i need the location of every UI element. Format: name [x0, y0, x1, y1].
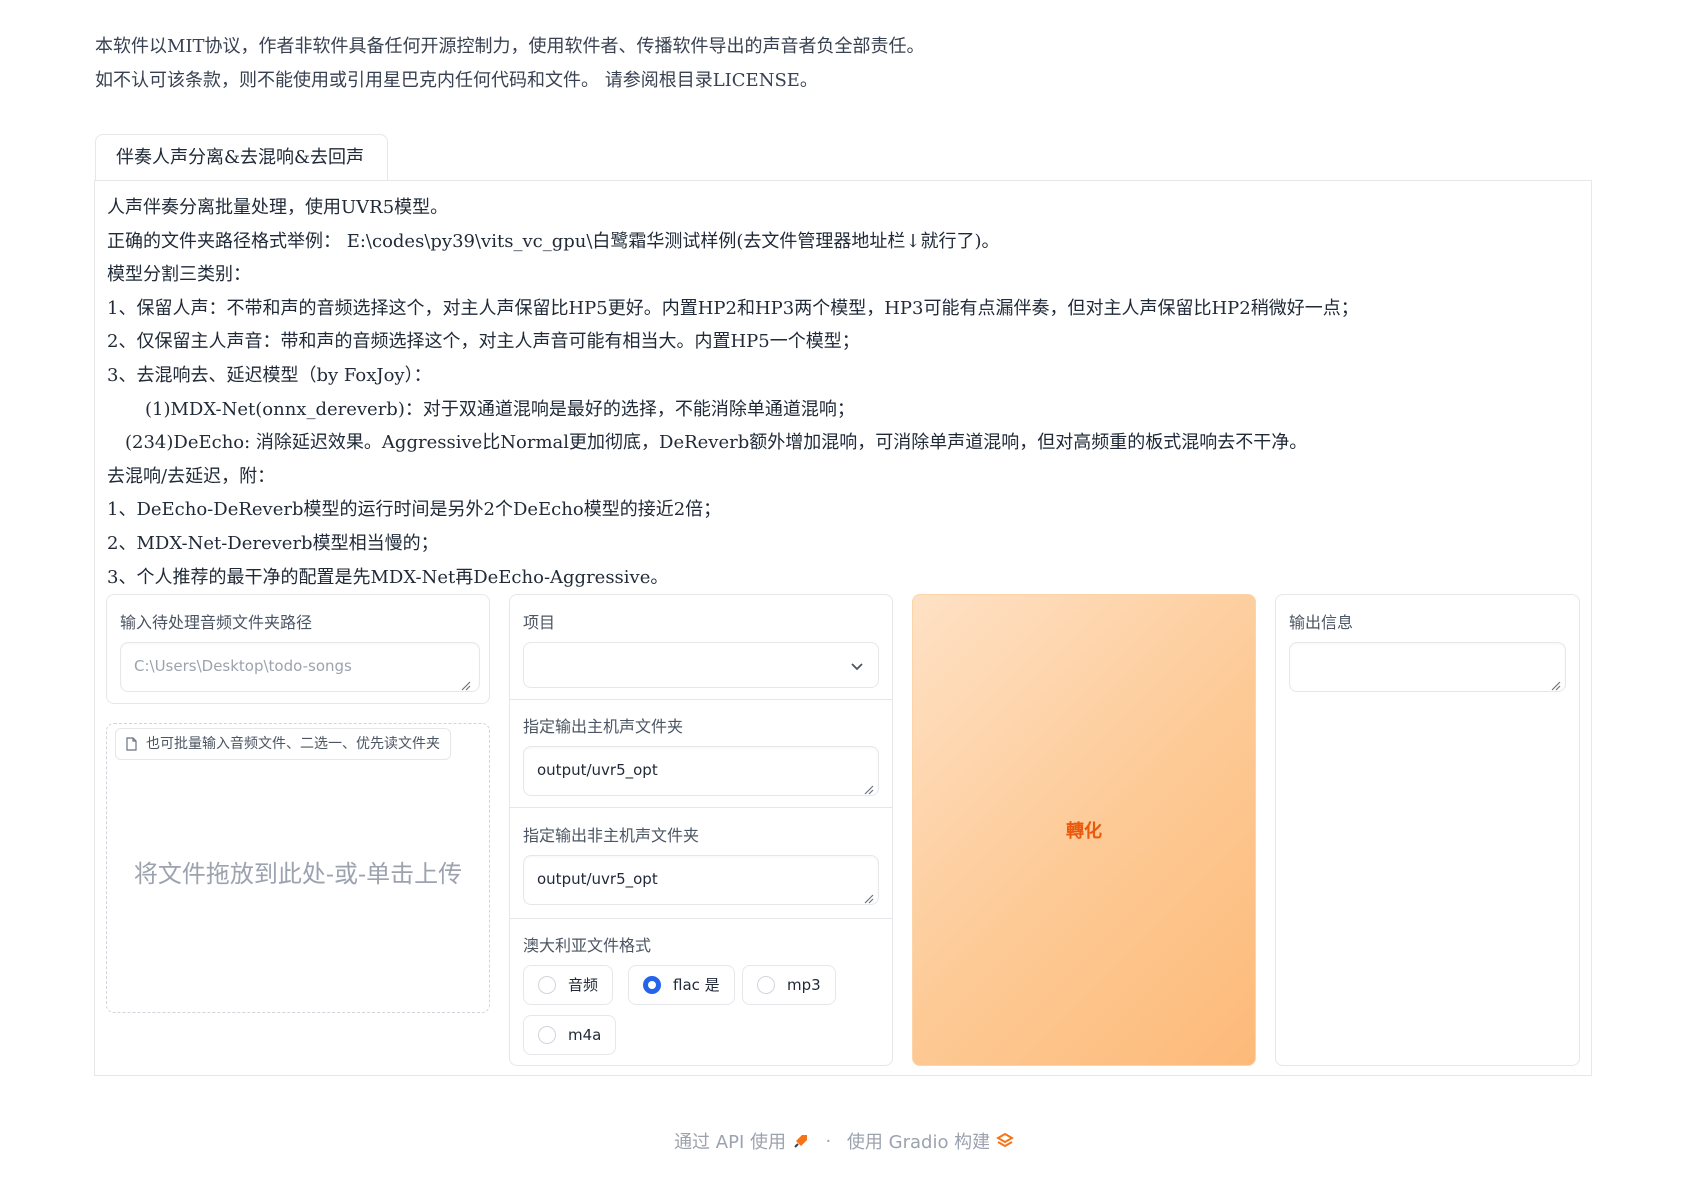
gradio-logo-icon [995, 1132, 1014, 1148]
radio-circle-icon [538, 1026, 556, 1044]
info-line: 去混响/去延迟，附： [107, 465, 276, 487]
input-dir-field[interactable]: C:\Users\Desktop\todo-songs [120, 642, 480, 692]
format-radio-flac[interactable]: flac 是 [628, 965, 735, 1005]
chevron-down-icon [851, 663, 863, 671]
info-line: 2、MDX-Net-Dereverb模型相当慢的； [107, 532, 439, 554]
radio-label: flac 是 [673, 976, 720, 994]
upload-tag: 也可批量输入音频文件、二选一、优先读文件夹 [115, 728, 451, 760]
model-dropdown[interactable] [523, 642, 879, 688]
convert-button[interactable]: 轉化 [912, 594, 1256, 1066]
resize-grip-icon[interactable] [1551, 681, 1561, 691]
footer-separator: · [825, 1130, 832, 1152]
radio-circle-icon [538, 976, 556, 994]
output-label: 输出信息 [1289, 613, 1354, 632]
output-field[interactable] [1289, 642, 1566, 692]
resize-grip-icon[interactable] [864, 785, 874, 795]
footer-gradio-link[interactable]: 使用 Gradio 构建 [847, 1132, 990, 1153]
disclaimer: 本软件以MIT协议，作者非软件具备任何开源控制力，使用软件者、传播软件导出的声音… [95, 30, 925, 98]
radio-circle-icon [757, 976, 775, 994]
format-radio-mp3[interactable]: mp3 [742, 965, 836, 1005]
file-icon [126, 737, 137, 751]
info-line: 2、仅保留主人声音：带和声的音频选择这个，对主人声音可能有相当大。内置HP5一个… [107, 331, 860, 353]
upload-tag-label: 也可批量输入音频文件、二选一、优先读文件夹 [146, 736, 440, 752]
format-radio-m4a[interactable]: m4a [523, 1015, 617, 1055]
out-inst-label: 指定输出非主机声文件夹 [523, 826, 700, 845]
out-vocal-field[interactable]: output/uvr5_opt [523, 746, 879, 796]
disclaimer-line-1: 本软件以MIT协议，作者非软件具备任何开源控制力，使用软件者、传播软件导出的声音… [95, 36, 925, 57]
radio-label: mp3 [787, 976, 821, 994]
info-line: 模型分割三类别： [107, 264, 251, 286]
rocket-icon [794, 1135, 807, 1148]
upload-drop-text: 将文件拖放到此处-或-单击上传 [133, 860, 463, 888]
radio-checked-icon [643, 976, 661, 994]
radio-label: 音频 [568, 976, 599, 994]
info-line: 正确的文件夹路径格式举例： E:\codes\py39\vits_vc_gpu\… [107, 230, 1000, 252]
info-line: 人声伴奏分离批量处理，使用UVR5模型。 [107, 197, 449, 218]
info-line: 3、个人推荐的最干净的配置是先MDX-Net再DeEcho-Aggressive… [107, 566, 669, 588]
input-dir-card: 输入待处理音频文件夹路径 C:\Users\Desktop\todo-songs [106, 594, 490, 704]
output-card: 输出信息 [1275, 594, 1580, 1066]
model-label: 项目 [523, 613, 556, 632]
format-radio-audio[interactable]: 音频 [523, 965, 614, 1005]
out-inst-field[interactable]: output/uvr5_opt [523, 855, 879, 905]
info-line: 1、保留人声：不带和声的音频选择这个，对主人声保留比HP5更好。内置HP2和HP… [107, 297, 1359, 319]
resize-grip-icon[interactable] [461, 681, 471, 691]
radio-label: m4a [568, 1026, 602, 1044]
tab-uvr5[interactable]: 伴奏人声分离&去混响&去回声 [95, 134, 388, 180]
file-upload-dropzone[interactable]: 也可批量输入音频文件、二选一、优先读文件夹 将文件拖放到此处-或-单击上传 [106, 723, 490, 1013]
settings-card: 项目 指定输出主机声文件夹 output/uvr5_opt 指定输出非主机声文件… [509, 594, 893, 1066]
out-vocal-label: 指定输出主机声文件夹 [523, 717, 684, 736]
info-line: (234)DeEcho: 消除延迟效果。Aggressive比Normal更加彻… [125, 432, 1308, 454]
info-line: (1)MDX-Net(onnx_dereverb)：对于双通道混响是最好的选择，… [145, 398, 855, 420]
disclaimer-line-2: 如不认可该条款，则不能使用或引用星巴克内任何代码和文件。 请参阅根目录LICEN… [95, 70, 818, 91]
footer: 通过 API 使用 · 使用 Gradio 构建 [0, 1128, 1688, 1154]
info-line: 1、DeEcho-DeReverb模型的运行时间是另外2个DeEcho模型的接近… [107, 499, 722, 521]
footer-api-link[interactable]: 通过 API 使用 [674, 1132, 786, 1153]
resize-grip-icon[interactable] [864, 894, 874, 904]
info-line: 3、去混响去、延迟模型（by FoxJoy）： [107, 364, 432, 386]
input-dir-label: 输入待处理音频文件夹路径 [120, 613, 313, 632]
info-text: 人声伴奏分离批量处理，使用UVR5模型。 正确的文件夹路径格式举例： E:\co… [107, 191, 1359, 594]
format-label: 澳大利亚文件格式 [523, 936, 652, 955]
